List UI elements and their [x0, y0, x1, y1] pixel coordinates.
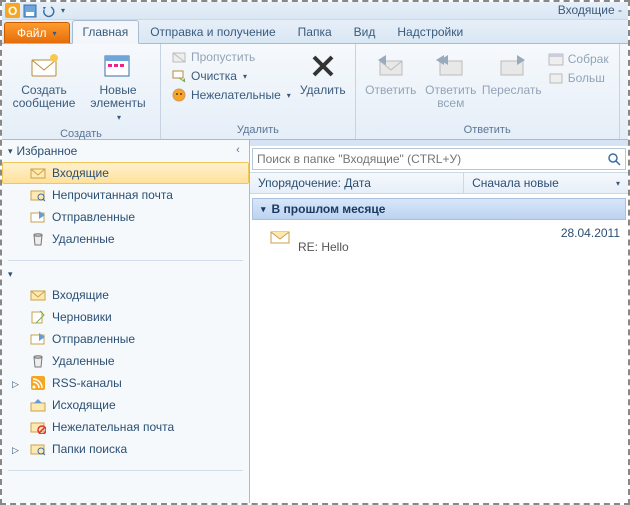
more-icon — [548, 70, 564, 86]
favorites-list: Входящие Непрочитанная почта Отправленны… — [2, 162, 249, 256]
junk-button[interactable]: Нежелательные▾ — [167, 86, 295, 104]
search-folders-icon — [30, 441, 46, 457]
inbox-icon — [30, 165, 46, 181]
forward-icon — [496, 50, 528, 82]
meeting-icon — [548, 51, 564, 67]
new-items-icon — [102, 50, 134, 82]
trash-icon — [30, 353, 46, 369]
new-mail-icon — [28, 50, 60, 82]
chevron-down-icon: ▾ — [261, 204, 266, 215]
nav-item-search-folders[interactable]: ▷Папки поиска — [2, 438, 249, 460]
forward-button[interactable]: Переслать — [482, 48, 542, 99]
nav-item-outbox[interactable]: Исходящие — [2, 394, 249, 416]
chevron-down-icon: ▾ — [243, 72, 247, 81]
expand-icon[interactable]: ▷ — [12, 445, 21, 454]
read-mail-icon — [270, 228, 290, 244]
tab-view[interactable]: Вид — [343, 20, 387, 43]
nav-item-inbox[interactable]: Входящие — [2, 162, 249, 184]
nav-item-inbox2[interactable]: Входящие — [2, 284, 249, 306]
inbox-icon — [30, 287, 46, 303]
cleanup-button[interactable]: Очистка▾ — [167, 67, 295, 85]
message-item[interactable]: 28.04.2011 RE: Hello — [250, 224, 628, 256]
tab-folder[interactable]: Папка — [287, 20, 343, 43]
group-label-delete: Удалить — [167, 122, 349, 139]
trash-icon — [30, 231, 46, 247]
message-list-pane: Упорядочение: Дата Сначала новые▾ ▾ В пр… — [250, 140, 628, 503]
nav-pane: ‹ ▾ Избранное Входящие Непрочитанная поч… — [2, 140, 250, 503]
account-header[interactable]: ▾ — [2, 265, 249, 284]
collapse-nav-icon[interactable]: ‹ — [231, 144, 245, 158]
nav-item-drafts[interactable]: Черновики — [2, 306, 249, 328]
nav-separator — [8, 470, 243, 471]
reply-button[interactable]: Ответить — [362, 48, 420, 99]
outbox-icon — [30, 397, 46, 413]
junk-icon — [171, 87, 187, 103]
svg-text:O: O — [8, 4, 17, 18]
more-respond-button[interactable]: Больш — [544, 69, 613, 87]
tab-file[interactable]: Файл▾ — [4, 22, 70, 43]
outlook-icon: O — [4, 3, 20, 19]
ribbon-group-new: Создать сообщение Новые элементы ▾ Созда… — [2, 44, 161, 139]
new-mail-button[interactable]: Создать сообщение — [8, 48, 80, 112]
expand-icon[interactable]: ▷ — [12, 379, 21, 388]
message-subject: RE: Hello — [298, 240, 620, 254]
group-label-respond: Ответить — [362, 122, 613, 139]
account-folders: Входящие Черновики Отправленные Удаленны… — [2, 284, 249, 466]
search-box[interactable] — [252, 148, 626, 170]
qat-dropdown-icon[interactable]: ▾ — [58, 6, 68, 15]
junk-icon — [30, 419, 46, 435]
window-title: Входящие - — [558, 3, 622, 17]
ribbon-group-respond: Ответить Ответить всем Переслать Собрак … — [356, 44, 620, 139]
undo-icon[interactable] — [40, 3, 56, 19]
tab-addins[interactable]: Надстройки — [386, 20, 474, 43]
chevron-down-icon: ▾ — [616, 179, 620, 188]
title-bar: O ▾ Входящие - — [2, 2, 628, 20]
nav-item-deleted[interactable]: Удаленные — [2, 228, 249, 250]
sort-direction-button[interactable]: Сначала новые▾ — [464, 173, 628, 193]
chevron-down-icon: ▾ — [8, 146, 13, 157]
sent-icon — [30, 209, 46, 225]
meeting-button[interactable]: Собрак — [544, 50, 613, 68]
message-group-header[interactable]: ▾ В прошлом месяце — [252, 198, 626, 220]
sort-header: Упорядочение: Дата Сначала новые▾ — [250, 172, 628, 194]
tab-home[interactable]: Главная — [72, 20, 140, 44]
ribbon: Создать сообщение Новые элементы ▾ Созда… — [2, 44, 628, 140]
chevron-down-icon: ▾ — [53, 29, 57, 38]
nav-item-sent[interactable]: Отправленные — [2, 206, 249, 228]
message-date: 28.04.2011 — [298, 226, 620, 240]
chevron-down-icon: ▾ — [287, 91, 291, 100]
search-input[interactable] — [257, 152, 607, 166]
ribbon-tabs: Файл▾ Главная Отправка и получение Папка… — [2, 20, 628, 44]
ignore-icon — [171, 49, 187, 65]
nav-item-unread[interactable]: Непрочитанная почта — [2, 184, 249, 206]
save-icon[interactable] — [22, 3, 38, 19]
ribbon-group-delete: Пропустить Очистка▾ Нежелательные▾ Удали… — [161, 44, 356, 139]
nav-item-junk[interactable]: Нежелательная почта — [2, 416, 249, 438]
search-icon[interactable] — [607, 152, 621, 166]
new-items-button[interactable]: Новые элементы ▾ — [82, 48, 154, 126]
nav-item-rss[interactable]: ▷RSS-каналы — [2, 372, 249, 394]
chevron-down-icon: ▾ — [117, 113, 121, 122]
favorites-header[interactable]: ▾ Избранное — [2, 140, 249, 162]
nav-item-deleted2[interactable]: Удаленные — [2, 350, 249, 372]
tab-send-receive[interactable]: Отправка и получение — [139, 20, 286, 43]
nav-separator — [8, 260, 243, 261]
sort-by-button[interactable]: Упорядочение: Дата — [250, 173, 464, 193]
delete-icon — [307, 50, 339, 82]
cleanup-icon — [171, 68, 187, 84]
rss-icon — [30, 375, 46, 391]
reply-icon — [375, 50, 407, 82]
ignore-button[interactable]: Пропустить — [167, 48, 295, 66]
nav-item-sent2[interactable]: Отправленные — [2, 328, 249, 350]
drafts-icon — [30, 309, 46, 325]
search-folder-icon — [30, 187, 46, 203]
delete-button[interactable]: Удалить — [297, 48, 349, 99]
sent-icon — [30, 331, 46, 347]
reply-all-button[interactable]: Ответить всем — [422, 48, 480, 112]
reply-all-icon — [435, 50, 467, 82]
chevron-down-icon: ▾ — [8, 269, 13, 280]
